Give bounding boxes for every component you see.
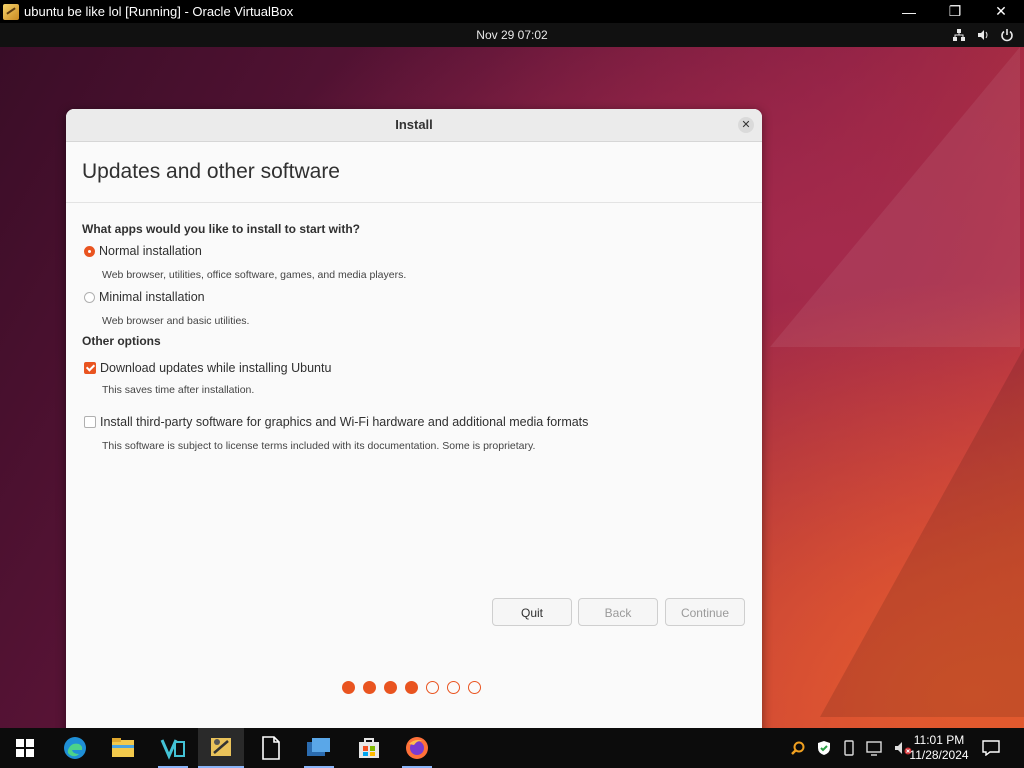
taskbar-date: 11/28/2024 <box>909 748 969 762</box>
network-icon[interactable] <box>952 28 966 42</box>
panel-clock[interactable]: Nov 29 07:02 <box>0 23 1024 47</box>
taskbar-store[interactable] <box>346 728 392 768</box>
volume-icon[interactable] <box>976 28 990 42</box>
progress-dot-pending <box>468 681 481 694</box>
network-monitor-icon[interactable] <box>866 740 884 756</box>
windows-system-tray <box>790 728 912 768</box>
system-tray[interactable] <box>952 23 1014 47</box>
usb-device-icon[interactable] <box>842 740 856 756</box>
search-magnifier-icon[interactable] <box>790 740 806 756</box>
window-title: ubuntu be like lol [Running] - Oracle Vi… <box>24 4 294 19</box>
remote-desktop-icon <box>307 738 330 756</box>
progress-dot-pending <box>426 681 439 694</box>
progress-dot-complete <box>384 681 397 694</box>
taskbar-firefox[interactable] <box>394 728 440 768</box>
notification-center-button[interactable] <box>968 728 1014 768</box>
third-party-software-label: Install third-party software for graphic… <box>100 415 589 429</box>
normal-installation-description: Web browser, utilities, office software,… <box>102 269 407 281</box>
store-icon <box>359 738 379 758</box>
third-party-software-option[interactable]: Install third-party software for graphic… <box>84 415 588 429</box>
download-updates-checkbox[interactable] <box>84 362 96 374</box>
third-party-software-checkbox[interactable] <box>84 416 96 428</box>
progress-dot-complete <box>405 681 418 694</box>
dialog-title: Install <box>395 117 433 132</box>
firefox-icon <box>406 737 428 759</box>
install-apps-question: What apps would you like to install to s… <box>82 222 361 236</box>
dialog-headerbar: Install ✕ <box>66 109 762 142</box>
other-options-heading: Other options <box>82 334 161 348</box>
power-icon[interactable] <box>1000 28 1014 42</box>
virtualbox-app-icon <box>3 3 19 20</box>
progress-dot-pending <box>447 681 460 694</box>
page-header: Updates and other software <box>66 142 762 203</box>
quit-button[interactable]: Quit <box>492 598 572 626</box>
normal-installation-label: Normal installation <box>99 244 202 258</box>
file-explorer-icon <box>112 738 134 757</box>
taskbar-remote-desktop[interactable] <box>296 728 342 768</box>
third-party-software-description: This software is subject to license term… <box>102 440 536 452</box>
virtualbox-icon <box>211 738 231 756</box>
taskbar-virtualbox[interactable] <box>198 728 244 768</box>
normal-installation-option[interactable]: Normal installation <box>84 244 202 258</box>
wallpaper-shape <box>770 47 1020 347</box>
restore-button[interactable]: ❐ <box>932 0 978 23</box>
page-title: Updates and other software <box>82 160 340 183</box>
notepad-icon <box>262 736 280 760</box>
progress-dot-complete <box>342 681 355 694</box>
edge-icon <box>64 737 86 759</box>
progress-dot-complete <box>363 681 376 694</box>
normal-installation-radio[interactable] <box>84 245 95 257</box>
security-shield-icon[interactable] <box>816 740 832 756</box>
notification-icon <box>982 740 1000 756</box>
download-updates-label: Download updates while installing Ubuntu <box>100 361 332 375</box>
taskbar-time: 11:01 PM <box>913 733 965 747</box>
minimal-installation-radio[interactable] <box>84 291 95 303</box>
taskbar-notepad[interactable] <box>248 728 294 768</box>
virtualbox-titlebar: ubuntu be like lol [Running] - Oracle Vi… <box>0 0 1024 23</box>
taskbar-edge[interactable] <box>52 728 98 768</box>
install-dialog: Install ✕ Updates and other software Wha… <box>66 109 762 749</box>
ubuntu-top-panel: Nov 29 07:02 <box>0 23 1024 47</box>
minimize-button[interactable]: — <box>886 0 932 23</box>
visual-studio-icon <box>160 739 185 760</box>
wallpaper-shape <box>820 337 1024 717</box>
close-window-button[interactable]: ✕ <box>978 0 1024 23</box>
download-updates-description: This saves time after installation. <box>102 384 255 396</box>
download-updates-option[interactable]: Download updates while installing Ubuntu <box>84 361 331 375</box>
windows-taskbar: 11:01 PM 11/28/2024 <box>0 728 1024 768</box>
taskbar-visual-studio[interactable] <box>150 728 196 768</box>
minimal-installation-description: Web browser and basic utilities. <box>102 315 250 327</box>
taskbar-file-explorer[interactable] <box>100 728 146 768</box>
windows-clock[interactable]: 11:01 PM 11/28/2024 <box>904 728 974 768</box>
dialog-close-icon[interactable]: ✕ <box>738 117 754 133</box>
start-button[interactable] <box>2 728 48 768</box>
minimal-installation-option[interactable]: Minimal installation <box>84 290 205 304</box>
continue-button[interactable]: Continue <box>665 598 745 626</box>
back-button[interactable]: Back <box>578 598 658 626</box>
progress-dots <box>342 681 481 694</box>
minimal-installation-label: Minimal installation <box>99 290 205 304</box>
windows-start-icon <box>16 739 34 757</box>
